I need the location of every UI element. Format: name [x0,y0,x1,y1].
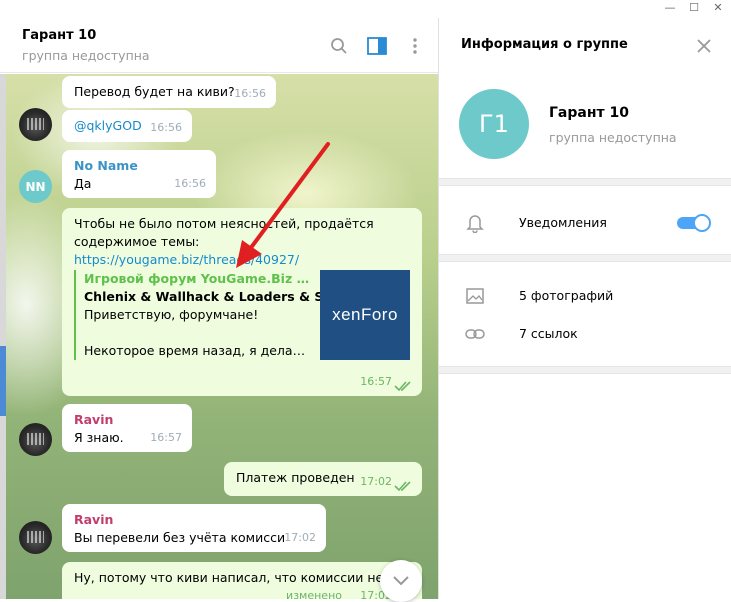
photos-row[interactable]: 5 фотографий [439,278,731,314]
group-status: группа недоступна [549,130,677,145]
info-panel-title: Информация о группе [461,37,628,52]
close-icon [697,39,711,53]
sidebar-toggle-icon[interactable] [366,35,388,57]
divider [439,366,731,374]
divider [439,254,731,262]
photos-label: 5 фотографий [519,288,614,303]
photo-icon [465,286,485,306]
notifications-row[interactable]: Уведомления [439,205,731,241]
window-titlebar: — ☐ ✕ [0,0,731,18]
chat-pane: Гарант 10 группа недоступна Перевод буде… [0,18,438,602]
group-avatar[interactable]: Г1 [459,89,529,159]
message-list[interactable]: Перевод будет на киви? 16:56 @qklyGOD 16… [6,74,438,599]
chat-header: Гарант 10 группа недоступна [0,18,438,73]
chat-status: группа недоступна [22,48,150,63]
links-label: 7 ссылок [519,326,578,341]
maximize-icon[interactable]: ☐ [686,1,702,15]
link-icon [465,324,485,344]
divider [439,178,731,186]
notifications-toggle[interactable] [677,214,711,232]
group-name: Гарант 10 [549,105,629,121]
close-window-icon[interactable]: ✕ [710,1,726,15]
red-arrow-annotation [236,142,330,268]
bell-icon [465,213,485,233]
close-panel-button[interactable] [693,35,715,57]
chevron-down-icon [393,576,409,586]
minimize-icon[interactable]: — [662,1,678,15]
search-icon[interactable] [328,35,350,57]
more-menu-icon[interactable] [404,35,426,57]
notifications-label: Уведомления [519,215,607,230]
links-row[interactable]: 7 ссылок [439,316,731,352]
chat-title[interactable]: Гарант 10 [22,28,96,43]
group-info-panel: Информация о группе Г1 Гарант 10 группа … [438,18,731,599]
scroll-down-button[interactable] [380,560,422,602]
